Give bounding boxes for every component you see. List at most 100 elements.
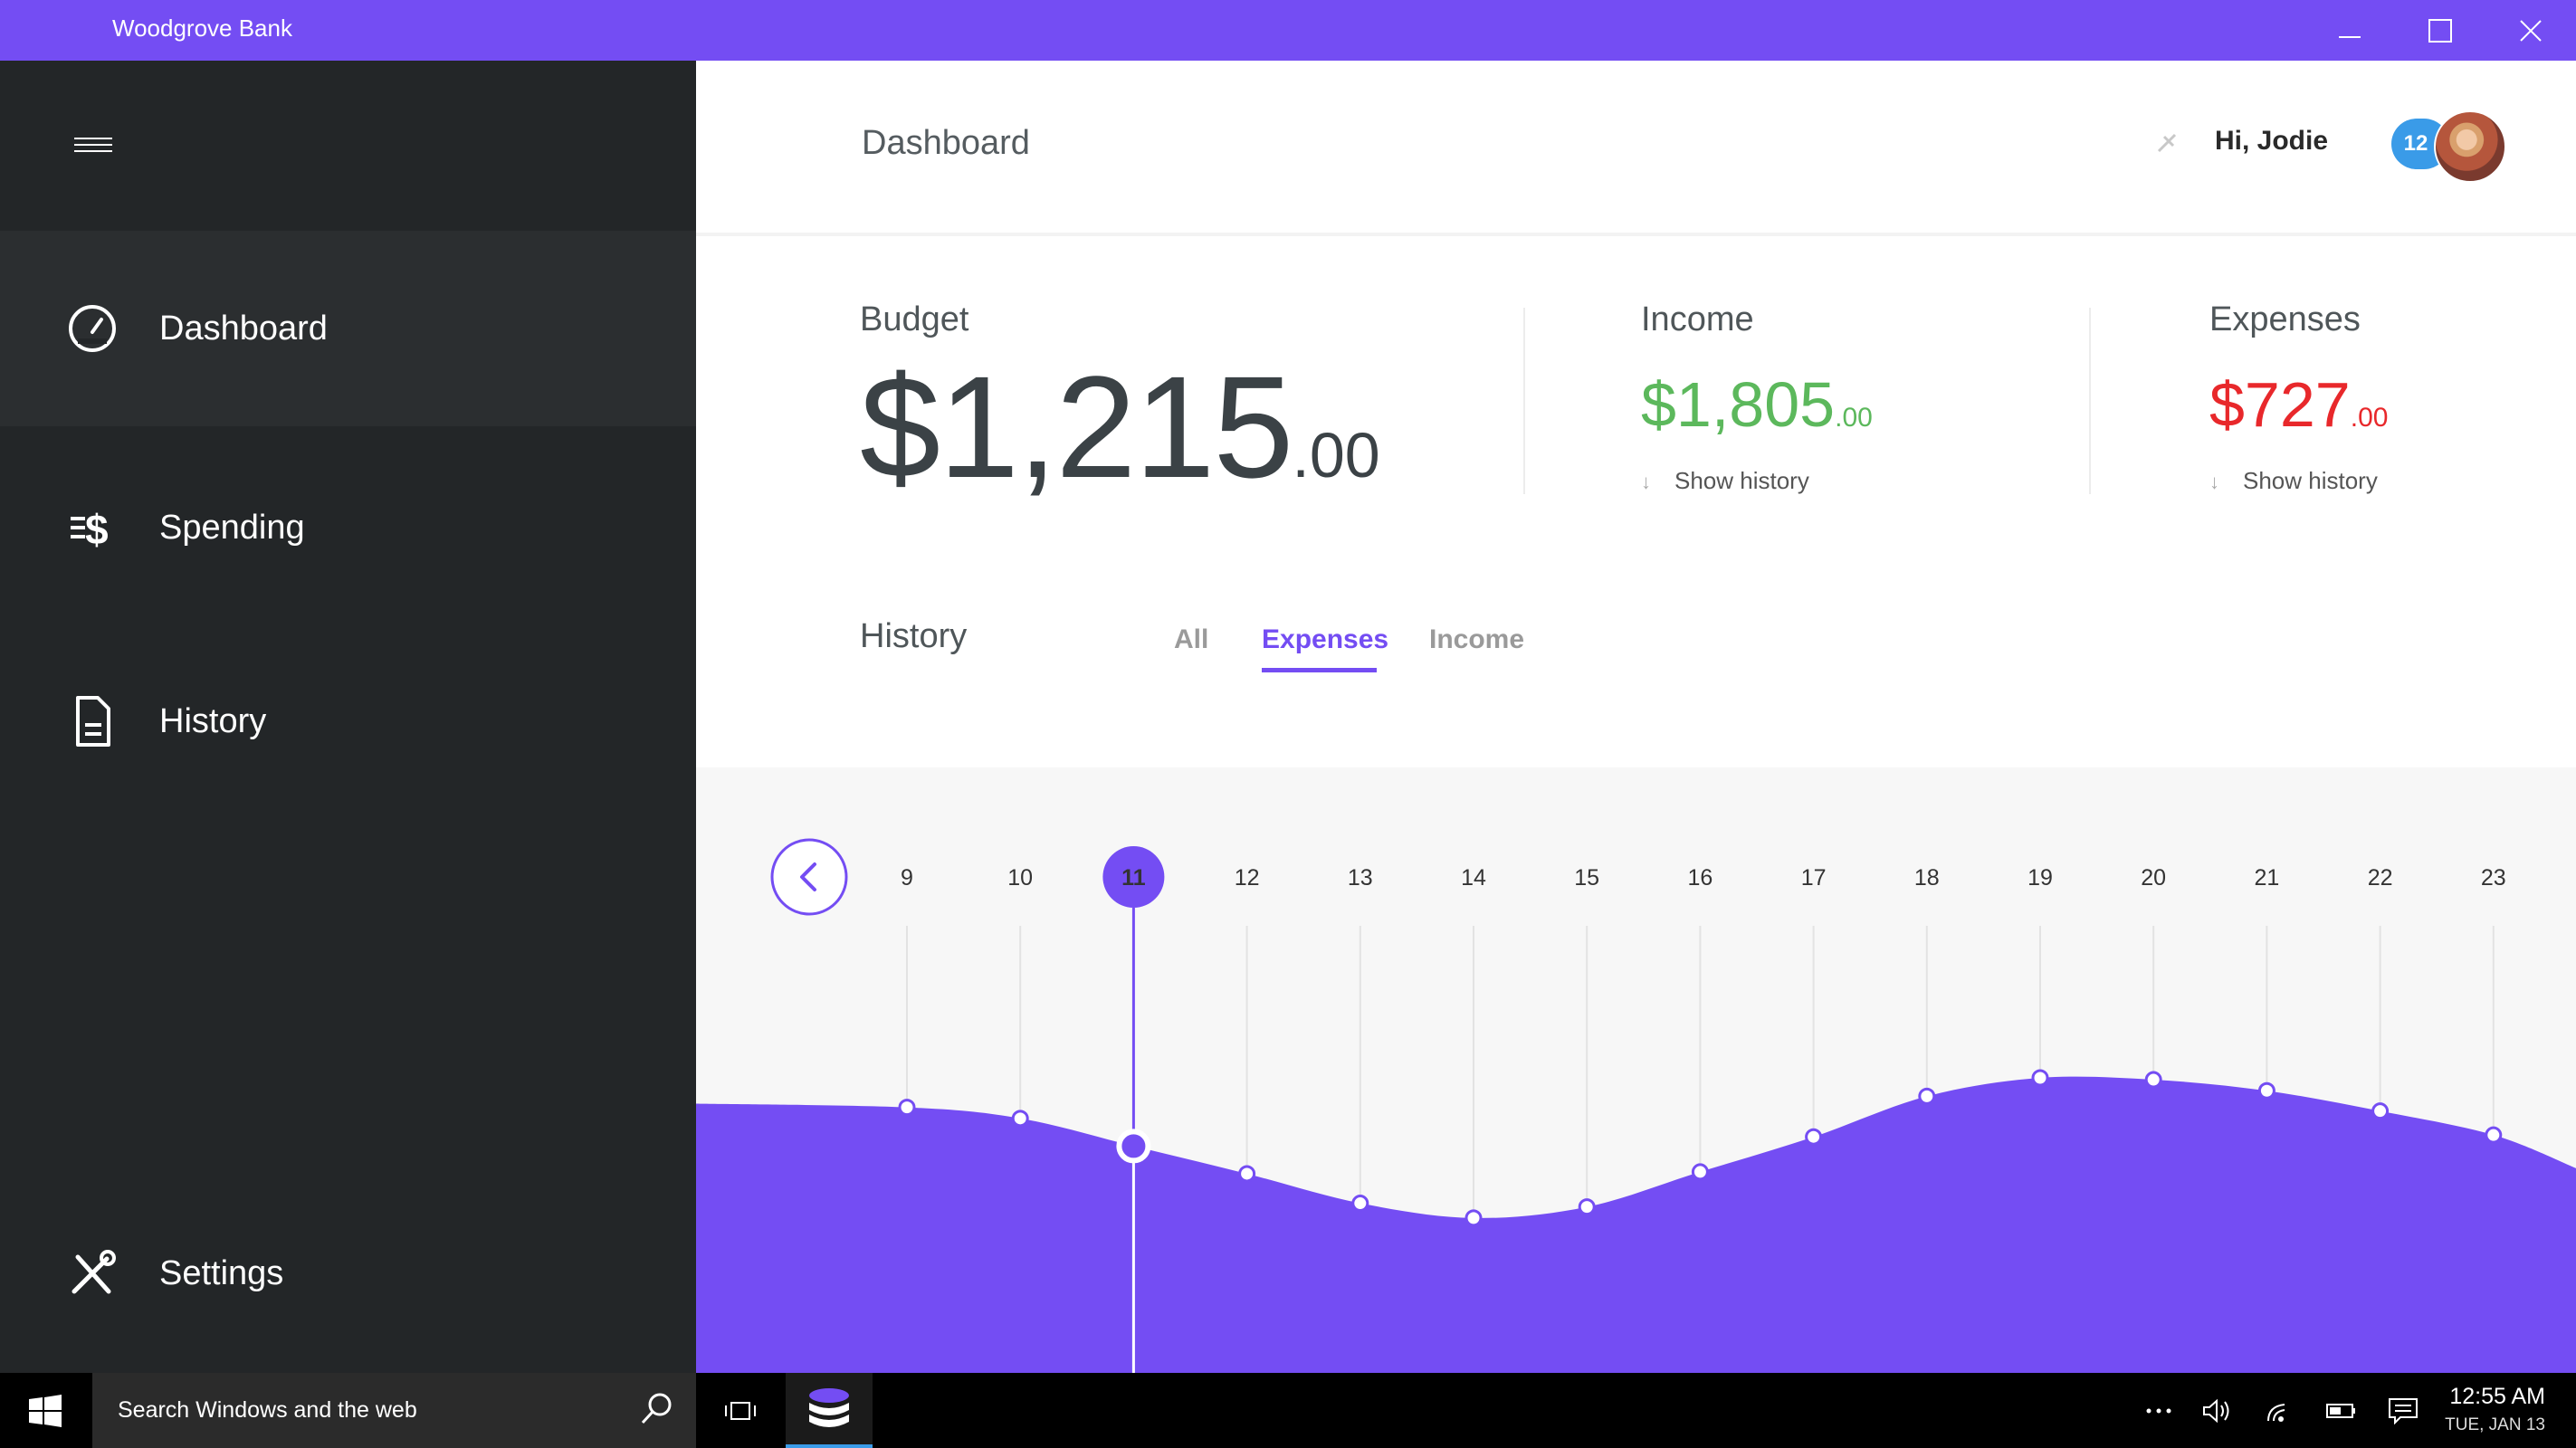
day-14-button[interactable]: 14	[1461, 865, 1486, 891]
expenses-dollars: $727	[2209, 369, 2351, 440]
data-point[interactable]	[2257, 1081, 2275, 1100]
close-button[interactable]	[2485, 0, 2576, 61]
tab-expenses[interactable]: Expenses	[1262, 624, 1388, 655]
day-label: 20	[2141, 865, 2166, 891]
clock-date: TUE, JAN 13	[2445, 1415, 2545, 1434]
close-icon	[2520, 19, 2542, 42]
expenses-cents: .00	[2350, 403, 2389, 433]
day-13-button[interactable]: 13	[1348, 865, 1373, 891]
day-label: 22	[2368, 865, 2393, 891]
hamburger-menu-button[interactable]	[72, 133, 118, 160]
tab-all[interactable]: All	[1174, 624, 1208, 655]
notification-count: 12	[2403, 131, 2428, 156]
day-10-button[interactable]: 10	[1007, 865, 1033, 891]
day-9-button[interactable]: 9	[901, 865, 913, 891]
expenses-show-history-link[interactable]: ↓ Show history	[2209, 467, 2378, 495]
data-point[interactable]	[1918, 1087, 1936, 1105]
task-view-icon	[725, 1401, 756, 1420]
document-icon	[76, 696, 110, 747]
day-20-button[interactable]: 20	[2141, 865, 2166, 891]
sidebar-item-history[interactable]: History	[0, 624, 696, 819]
pin-icon[interactable]	[2155, 131, 2179, 155]
speedometer-icon	[69, 305, 116, 352]
data-point[interactable]	[1691, 1163, 1709, 1181]
data-point[interactable]	[2144, 1071, 2162, 1089]
database-app-icon	[809, 1387, 849, 1427]
data-point[interactable]	[1465, 1209, 1483, 1227]
show-history-label: Show history	[2243, 467, 2378, 494]
sidebar: Dashboard $ Spending History Settings	[0, 61, 696, 1373]
avatar[interactable]	[2434, 110, 2506, 183]
tools-icon	[72, 1250, 116, 1294]
day-18-button[interactable]: 18	[1914, 865, 1940, 891]
day-label: 9	[901, 865, 913, 891]
maximize-button[interactable]	[2395, 0, 2485, 61]
battery-button[interactable]	[2319, 1373, 2364, 1448]
user-greeting: Hi, Jodie	[2215, 126, 2329, 156]
income-label: Income	[1641, 300, 1754, 338]
taskbar-clock[interactable]: 12:55 AM TUE, JAN 13	[2445, 1384, 2545, 1435]
data-point[interactable]	[1351, 1195, 1369, 1213]
data-point[interactable]	[1805, 1128, 1823, 1146]
woodgrove-app-taskbar-button[interactable]	[786, 1373, 873, 1448]
taskbar: Search Windows and the web 12:55 AM TUE,…	[0, 1373, 2576, 1448]
expenses-label: Expenses	[2209, 300, 2361, 338]
day-19-button[interactable]: 19	[2027, 865, 2053, 891]
day-label: 18	[1914, 865, 1940, 891]
income-show-history-link[interactable]: ↓ Show history	[1641, 467, 1809, 495]
income-dollars: $1,805	[1641, 369, 1836, 440]
svg-text:$: $	[85, 506, 109, 553]
action-center-button[interactable]	[2380, 1373, 2426, 1448]
day-label: 23	[2481, 865, 2506, 891]
start-button[interactable]	[0, 1373, 91, 1448]
data-point[interactable]	[1011, 1110, 1029, 1128]
data-point[interactable]	[1238, 1165, 1256, 1183]
data-point[interactable]	[2371, 1102, 2390, 1120]
battery-icon	[2326, 1403, 2355, 1418]
divider	[1523, 308, 1525, 494]
budget-cents: .00	[1292, 420, 1380, 491]
down-arrow-icon: ↓	[1641, 471, 1651, 493]
day-label: 12	[1235, 865, 1260, 891]
more-dots-icon	[2146, 1408, 2171, 1413]
day-17-button[interactable]: 17	[1801, 865, 1827, 891]
sidebar-item-dashboard[interactable]: Dashboard	[0, 231, 696, 426]
data-point[interactable]	[1578, 1198, 1596, 1216]
data-point[interactable]	[898, 1099, 916, 1117]
expenses-value: $727.00	[2209, 373, 2388, 436]
minimize-button[interactable]	[2304, 0, 2395, 61]
selected-data-point[interactable]	[1116, 1129, 1151, 1164]
active-tab-indicator	[1262, 668, 1377, 672]
budget-label: Budget	[860, 300, 969, 338]
network-button[interactable]	[2256, 1373, 2301, 1448]
wifi-icon	[2267, 1403, 2285, 1422]
day-22-button[interactable]: 22	[2368, 865, 2393, 891]
taskbar-search-box[interactable]: Search Windows and the web	[92, 1373, 696, 1448]
sidebar-item-settings[interactable]: Settings	[0, 1176, 696, 1371]
day-11-button[interactable]: 11	[1102, 846, 1165, 908]
day-label: 19	[2027, 865, 2053, 891]
dollar-list-icon: $	[71, 506, 109, 553]
search-icon[interactable]	[638, 1391, 674, 1427]
volume-button[interactable]	[2194, 1373, 2239, 1448]
show-hidden-icons-button[interactable]	[2136, 1373, 2181, 1448]
sidebar-item-label: Spending	[159, 508, 305, 547]
day-21-button[interactable]: 21	[2254, 865, 2279, 891]
main-header: Dashboard Hi, Jodie 12	[696, 61, 2576, 236]
day-12-button[interactable]: 12	[1235, 865, 1260, 891]
day-15-button[interactable]: 15	[1574, 865, 1599, 891]
task-view-button[interactable]	[715, 1373, 766, 1448]
sidebar-item-spending[interactable]: $ Spending	[0, 430, 696, 625]
tab-income[interactable]: Income	[1429, 624, 1524, 655]
income-value: $1,805.00	[1641, 373, 1873, 436]
day-label: 13	[1348, 865, 1373, 891]
day-23-button[interactable]: 23	[2481, 865, 2506, 891]
day-16-button[interactable]: 16	[1687, 865, 1713, 891]
data-point[interactable]	[2031, 1069, 2049, 1087]
day-label: 10	[1007, 865, 1033, 891]
previous-button[interactable]	[770, 838, 848, 916]
sidebar-item-label: Settings	[159, 1253, 284, 1292]
data-point[interactable]	[2485, 1126, 2503, 1144]
budget-value: $1,215.00	[860, 355, 1380, 500]
minimize-icon	[2339, 35, 2361, 38]
